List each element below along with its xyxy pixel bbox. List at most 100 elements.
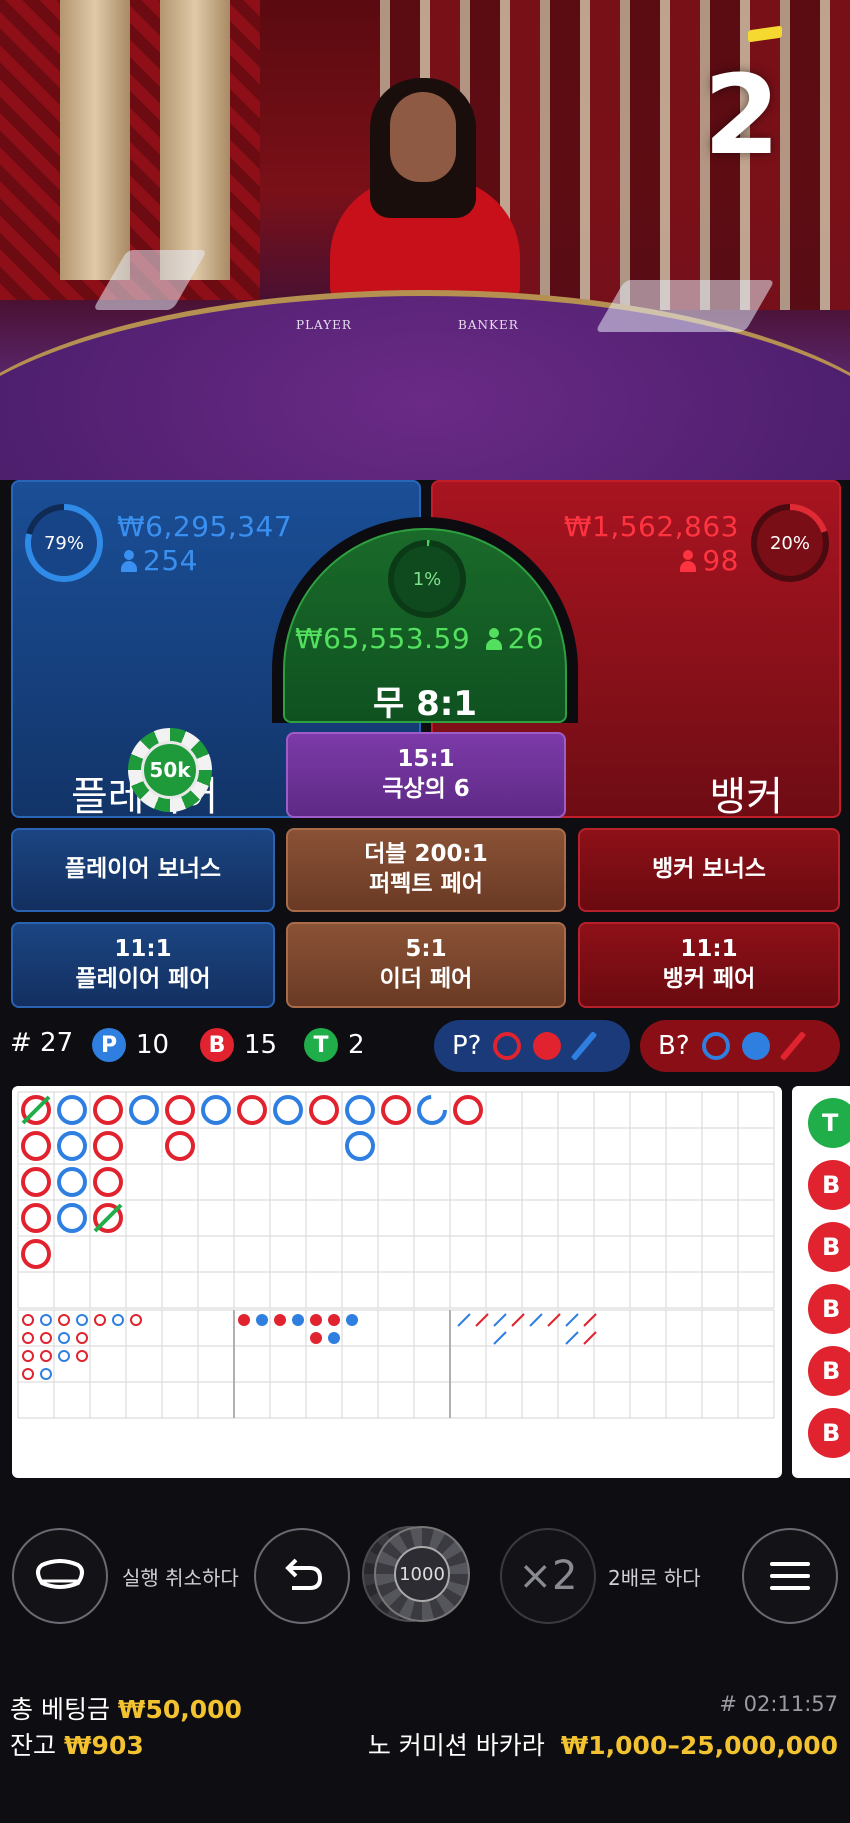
- blue-slash-icon: [571, 1031, 598, 1061]
- tie-total-amount: ₩65,553.59: [295, 622, 471, 655]
- derived-road-mark: [493, 1331, 507, 1345]
- tie-stat: T 2: [304, 1028, 365, 1062]
- big-road-mark: [21, 1203, 51, 1233]
- tie-percent: 1%: [412, 568, 442, 590]
- total-bet-value: ₩50,000: [117, 1695, 242, 1724]
- player-bettor-count: 254: [143, 544, 198, 577]
- player-percent-ring: 79%: [25, 504, 103, 582]
- derived-road-mark: [256, 1314, 268, 1326]
- banker-total-amount: ₩1,562,863: [563, 510, 739, 543]
- table-icon: [36, 1559, 84, 1589]
- big-road-mark: [453, 1095, 483, 1125]
- dealer-face: [390, 92, 456, 182]
- balance-value: ₩903: [63, 1731, 144, 1760]
- big-road-mark: [273, 1095, 303, 1125]
- countdown-timer: 2: [703, 51, 780, 179]
- red-dot-icon: [533, 1032, 562, 1060]
- derived-road-mark: [40, 1368, 52, 1380]
- derived-road-mark: [58, 1314, 70, 1326]
- derived-road-mark: [310, 1332, 322, 1344]
- player-prediction-button[interactable]: P?: [434, 1020, 630, 1072]
- table-label-player: PLAYER: [296, 318, 352, 332]
- derived-road-mark: [292, 1314, 304, 1326]
- derived-road-mark: [493, 1313, 507, 1327]
- blue-ring-icon: [701, 1032, 730, 1060]
- banker-pair-label: 뱅커 페어: [662, 966, 756, 992]
- big-road-mark: [57, 1203, 87, 1233]
- bead-road-item: B: [808, 1160, 850, 1210]
- derived-road-mark: [76, 1314, 88, 1326]
- table-label-banker: BANKER: [458, 318, 519, 332]
- chip-selector[interactable]: 1000: [362, 1524, 486, 1624]
- balance-label: 잔고: [10, 1731, 57, 1760]
- derived-road-mark: [328, 1314, 340, 1326]
- super-six-odds: 15:1: [397, 746, 455, 773]
- banker-bonus-bet[interactable]: 뱅커 보너스: [578, 828, 840, 912]
- derived-road-mark: [529, 1313, 543, 1327]
- player-bonus-label: 플레이어 보너스: [64, 856, 222, 883]
- derived-road-mark: [22, 1350, 34, 1362]
- derived-road-mark: [274, 1314, 286, 1326]
- derived-road-mark: [130, 1314, 142, 1326]
- derived-road-mark: [565, 1331, 579, 1345]
- bead-road-item: T: [808, 1098, 850, 1148]
- player-predict-label: P?: [452, 1031, 482, 1061]
- banker-percent: 20%: [769, 532, 810, 554]
- derived-road-mark: [58, 1332, 70, 1344]
- live-video-feed: PLAYER BANKER 2: [0, 0, 850, 480]
- undo-button[interactable]: [254, 1528, 350, 1624]
- derived-road-mark: [22, 1314, 34, 1326]
- banker-predict-label: B?: [658, 1031, 690, 1061]
- derived-road-mark: [22, 1332, 34, 1344]
- table-view-button[interactable]: [12, 1528, 108, 1624]
- curtain-right: [160, 0, 230, 280]
- derived-road-mark: [457, 1313, 471, 1327]
- either-pair-bet[interactable]: 5:1 이더 페어: [286, 922, 566, 1008]
- big-road-mark: [57, 1167, 87, 1197]
- bead-road-item: B: [808, 1408, 850, 1458]
- card-shoe: [594, 280, 776, 332]
- chip-1000: 1000: [394, 1546, 450, 1602]
- big-road-mark: [129, 1095, 159, 1125]
- banker-bettors: 98: [680, 544, 739, 577]
- player-bonus-bet[interactable]: 플레이어 보너스: [11, 828, 275, 912]
- derived-road-mark: [238, 1314, 250, 1326]
- bet-limits: ₩1,000–25,000,000: [560, 1731, 838, 1760]
- banker-badge-icon: B: [200, 1028, 234, 1062]
- bead-road-item: B: [808, 1222, 850, 1272]
- tie-percent-ring: 1%: [388, 540, 466, 618]
- total-bet-label: 총 베팅금: [10, 1695, 110, 1724]
- tie-badge-icon: T: [304, 1028, 338, 1062]
- derived-road-mark: [310, 1314, 322, 1326]
- big-road-mark: [57, 1131, 87, 1161]
- double-button[interactable]: ×2: [500, 1528, 596, 1624]
- bead-road-panel[interactable]: TBBBBB: [792, 1086, 850, 1478]
- big-road-mark: [21, 1239, 51, 1269]
- tie-label: 무 8:1: [372, 684, 478, 724]
- player-percent: 79%: [43, 532, 84, 554]
- table-info: 노 커미션 바카라 ₩1,000–25,000,000: [368, 1726, 838, 1762]
- derived-road-mark: [76, 1350, 88, 1362]
- big-road-mark: [345, 1131, 375, 1161]
- person-icon: [680, 550, 697, 572]
- banker-prediction-button[interactable]: B?: [640, 1020, 840, 1072]
- banker-pair-bet[interactable]: 11:1 뱅커 페어: [578, 922, 840, 1008]
- player-win-stat: P 10: [92, 1028, 169, 1062]
- big-road-mark: [93, 1095, 123, 1125]
- round-count: # 27: [10, 1028, 74, 1058]
- person-icon: [121, 550, 137, 572]
- player-total-amount: ₩6,295,347: [117, 510, 293, 543]
- derived-road-mark: [58, 1350, 70, 1362]
- super-six-bet[interactable]: 15:1 극상의 6: [286, 732, 566, 818]
- menu-button[interactable]: [742, 1528, 838, 1624]
- player-pair-bet[interactable]: 11:1 플레이어 페어: [11, 922, 275, 1008]
- big-road-grid: [17, 1091, 775, 1419]
- roadmap-board[interactable]: [12, 1086, 782, 1478]
- perfect-pair-bet[interactable]: 더블 200:1 퍼펙트 페어: [286, 828, 566, 912]
- undo-icon: [285, 1558, 323, 1590]
- chip-value: 50k: [141, 741, 199, 799]
- big-road-mark: [93, 1167, 123, 1197]
- derived-road-mark: [112, 1314, 124, 1326]
- double-label: 2배로 하다: [608, 1566, 701, 1590]
- double-icon: ×2: [518, 1553, 578, 1599]
